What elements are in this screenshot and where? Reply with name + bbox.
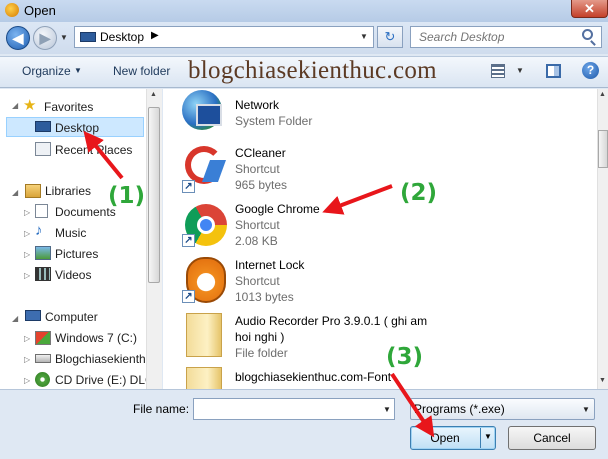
annotation-arrows [83, 130, 435, 438]
annotation-step-3: (3) [386, 344, 424, 370]
annotation-step-1: (1) [108, 183, 146, 209]
arrow-step-3 [390, 372, 435, 438]
annotation-step-2: (2) [400, 180, 438, 206]
arrow-step-2 [322, 184, 393, 215]
arrow-step-1 [83, 130, 124, 180]
